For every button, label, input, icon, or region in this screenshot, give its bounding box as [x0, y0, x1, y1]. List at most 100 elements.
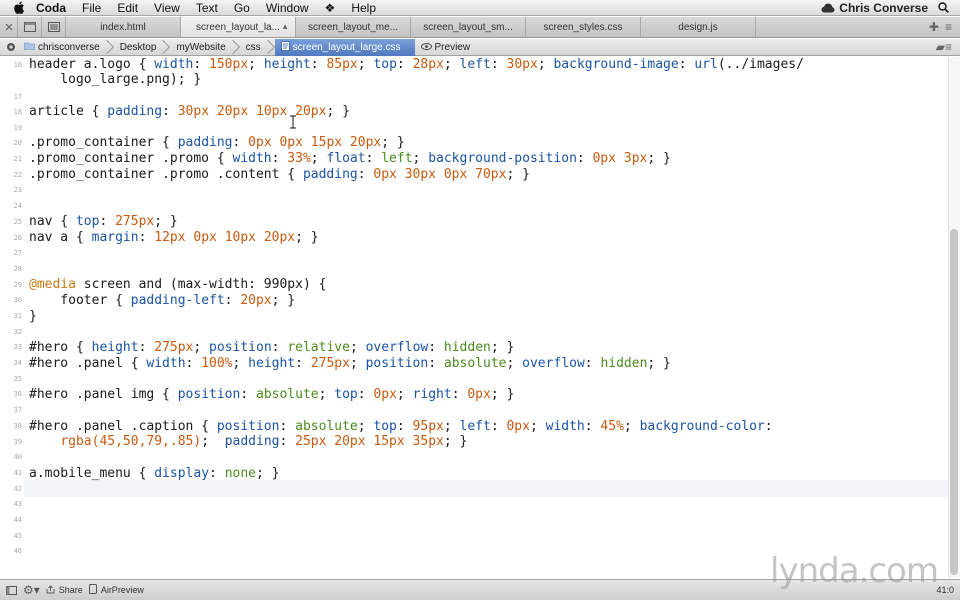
eye-icon	[420, 42, 432, 53]
file-browser-icon[interactable]	[18, 17, 42, 37]
code-line-38-wrap[interactable]: rgba(45,50,79,.85); padding: 25px 20px 1…	[29, 434, 467, 449]
tab-screen-layout-small[interactable]: screen_layout_sm...	[411, 17, 526, 37]
code-line-22[interactable]: .promo_container .promo .content { paddi…	[29, 167, 530, 182]
line-number: 44	[13, 516, 22, 524]
code-line-16[interactable]: header a.logo { width: 150px; height: 85…	[29, 57, 804, 72]
sites-button[interactable]	[0, 17, 18, 37]
menu-edit[interactable]: Edit	[117, 0, 148, 16]
line-number: 34	[13, 359, 22, 367]
current-line-highlight	[24, 480, 948, 497]
line-number: 30	[13, 296, 22, 304]
tab-label: design.js	[678, 21, 718, 33]
line-number: 33	[13, 343, 22, 351]
tab-index-html[interactable]: index.html	[66, 17, 181, 37]
breadcrumb-desktop[interactable]: Desktop	[114, 39, 171, 56]
add-tab-icon[interactable]: ✚	[929, 20, 939, 34]
line-number: 25	[13, 218, 22, 226]
share-label: Share	[58, 585, 83, 595]
breadcrumb-mywebsite[interactable]: myWebsite	[170, 39, 239, 56]
tab-screen-layout-medium[interactable]: screen_layout_me...	[296, 17, 411, 37]
tab-screen-styles[interactable]: screen_styles.css	[526, 17, 641, 37]
line-number: 35	[13, 375, 22, 383]
line-number: 22	[13, 171, 22, 179]
share-icon	[46, 584, 55, 596]
line-number: 20	[13, 139, 22, 147]
line-number: 38	[13, 422, 22, 430]
line-number: 26	[13, 234, 22, 242]
menu-file[interactable]: File	[82, 0, 111, 16]
split-view-icon[interactable]: ▰≡	[936, 40, 960, 54]
code-line-29[interactable]: @media screen and (max-width: 990px) {	[29, 277, 326, 292]
creative-cloud-icon[interactable]	[821, 3, 835, 13]
tab-screen-layout-large[interactable]: screen_layout_la... ▲	[181, 17, 296, 37]
line-number: 29	[13, 281, 22, 289]
sidebar-toggle-button[interactable]	[6, 585, 17, 595]
line-number: 19	[13, 124, 22, 132]
breadcrumb-label: css	[245, 41, 261, 53]
code-line-25[interactable]: nav { top: 275px; }	[29, 214, 178, 229]
menu-view[interactable]: View	[154, 0, 190, 16]
code-line-21[interactable]: .promo_container .promo { width: 33%; fl…	[29, 151, 671, 166]
airpreview-button[interactable]: AirPreview	[88, 584, 144, 596]
line-number: 43	[13, 500, 22, 508]
menu-window[interactable]: Window	[266, 0, 319, 16]
breadcrumb-label: chrisconverse	[38, 41, 100, 53]
menu-help[interactable]: Help	[351, 0, 386, 16]
breadcrumb-user[interactable]: chrisconverse	[16, 39, 114, 56]
menu-text[interactable]: Text	[196, 0, 228, 16]
code-line-16-wrap[interactable]: logo_large.png); }	[29, 72, 201, 87]
line-number: 46	[13, 547, 22, 555]
tab-design-js[interactable]: design.js	[641, 17, 756, 37]
code-line-31[interactable]: }	[29, 309, 37, 324]
home-icon[interactable]	[6, 42, 16, 52]
code-editor[interactable]: 16 17 18 19 20 21 22 23 24 25 26 27 28 29 30 31 32 33 34 35…	[0, 57, 960, 578]
line-number: 45	[13, 532, 22, 540]
menu-app-name[interactable]: Coda	[36, 0, 76, 16]
code-line-38[interactable]: #hero .panel .caption { position: absolu…	[29, 419, 773, 434]
close-icon[interactable]: ▲	[281, 22, 289, 31]
code-line-33[interactable]: #hero { height: 275px; position: relativ…	[29, 340, 514, 355]
share-button[interactable]: Share	[46, 584, 83, 596]
line-number: 28	[13, 265, 22, 273]
line-number: 32	[13, 328, 22, 336]
spotlight-search-icon[interactable]	[936, 0, 950, 16]
line-number: 16	[13, 61, 22, 69]
user-name[interactable]: Chris Converse	[839, 1, 928, 15]
preview-button[interactable]: Preview	[415, 39, 485, 56]
lynda-watermark: lynda.com	[770, 551, 939, 591]
code-line-36[interactable]: #hero .panel img { position: absolute; t…	[29, 387, 514, 402]
tab-menu-icon[interactable]: ≡	[945, 20, 952, 34]
code-line-20[interactable]: .promo_container { padding: 0px 0px 15px…	[29, 135, 405, 150]
line-number: 42	[13, 485, 22, 493]
scrollbar-thumb[interactable]	[950, 229, 958, 575]
code-line-40[interactable]: a.mobile_menu { display: none; }	[29, 466, 279, 481]
tab-label: screen_styles.css	[543, 21, 623, 33]
preview-label: Preview	[434, 41, 471, 53]
line-number: 18	[13, 108, 22, 116]
code-line-26[interactable]: nav a { margin: 12px 0px 10px 20px; }	[29, 230, 319, 245]
apple-icon[interactable]	[12, 0, 26, 16]
breadcrumb-current-file[interactable]: screen_layout_large.css	[274, 38, 415, 56]
breadcrumb-label: screen_layout_large.css	[292, 41, 401, 53]
line-number: 39	[13, 438, 22, 446]
line-number: 24	[13, 202, 22, 210]
line-number: 40	[13, 453, 22, 461]
script-icon[interactable]: ❖	[325, 0, 346, 16]
folder-icon	[24, 42, 35, 53]
code-line-30[interactable]: footer { padding-left: 20px; }	[29, 293, 295, 308]
menu-bar: Coda File Edit View Text Go Window ❖ Hel…	[0, 0, 960, 16]
code-line-34[interactable]: #hero .panel { width: 100%; height: 275p…	[29, 356, 671, 371]
gear-icon[interactable]: ⚙▾	[23, 583, 40, 597]
line-number: 17	[13, 93, 22, 101]
code-line-18[interactable]: article { padding: 30px 20px 10px 20px; …	[29, 104, 350, 119]
menu-go[interactable]: Go	[234, 0, 260, 16]
tab-label: screen_layout_sm...	[423, 21, 513, 33]
airpreview-label: AirPreview	[100, 585, 144, 595]
sidebar-toggle-icon[interactable]	[42, 17, 66, 37]
breadcrumb-label: Desktop	[119, 41, 157, 53]
css-file-icon	[280, 40, 290, 54]
breadcrumb-css[interactable]: css	[240, 39, 275, 56]
cursor-position: 41:0	[936, 585, 954, 595]
tab-label: index.html	[100, 21, 146, 33]
tab-label: screen_layout_la...	[196, 21, 280, 33]
